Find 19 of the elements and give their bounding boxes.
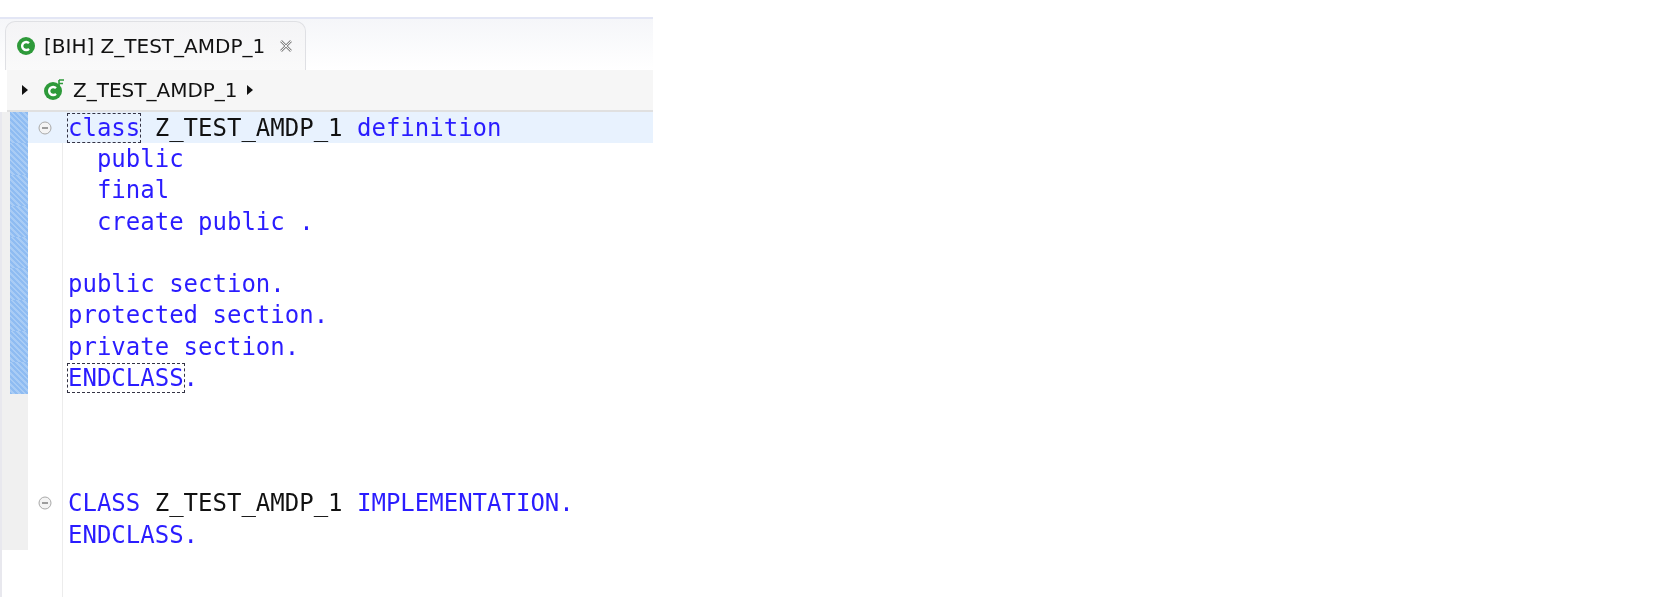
code-line: ENDCLASS. <box>67 364 199 392</box>
code-line: CLASS Z_TEST_AMDP_1 IMPLEMENTATION. <box>67 489 574 518</box>
expand-arrow-icon[interactable] <box>245 84 254 96</box>
class-icon <box>16 36 36 56</box>
code-line: class Z_TEST_AMDP_1 definition <box>67 113 502 142</box>
code-line: final <box>95 176 170 205</box>
fold-toggle-icon[interactable] <box>38 496 52 511</box>
fold-toggle-icon[interactable] <box>38 120 52 135</box>
expand-arrow-icon[interactable] <box>21 84 29 96</box>
code-line: private section. <box>67 332 300 361</box>
code-line: protected section. <box>67 301 329 330</box>
code-line: create public . <box>95 207 314 236</box>
editor-tab[interactable]: [BIH] Z_TEST_AMDP_1 <box>5 21 307 70</box>
close-icon[interactable] <box>279 39 294 53</box>
code-line: ENDCLASS. <box>67 520 199 549</box>
code-line: public section. <box>67 270 285 299</box>
class-icon <box>43 79 65 101</box>
code-line: public <box>95 144 184 173</box>
breadcrumb-item[interactable]: Z_TEST_AMDP_1 <box>73 78 238 102</box>
